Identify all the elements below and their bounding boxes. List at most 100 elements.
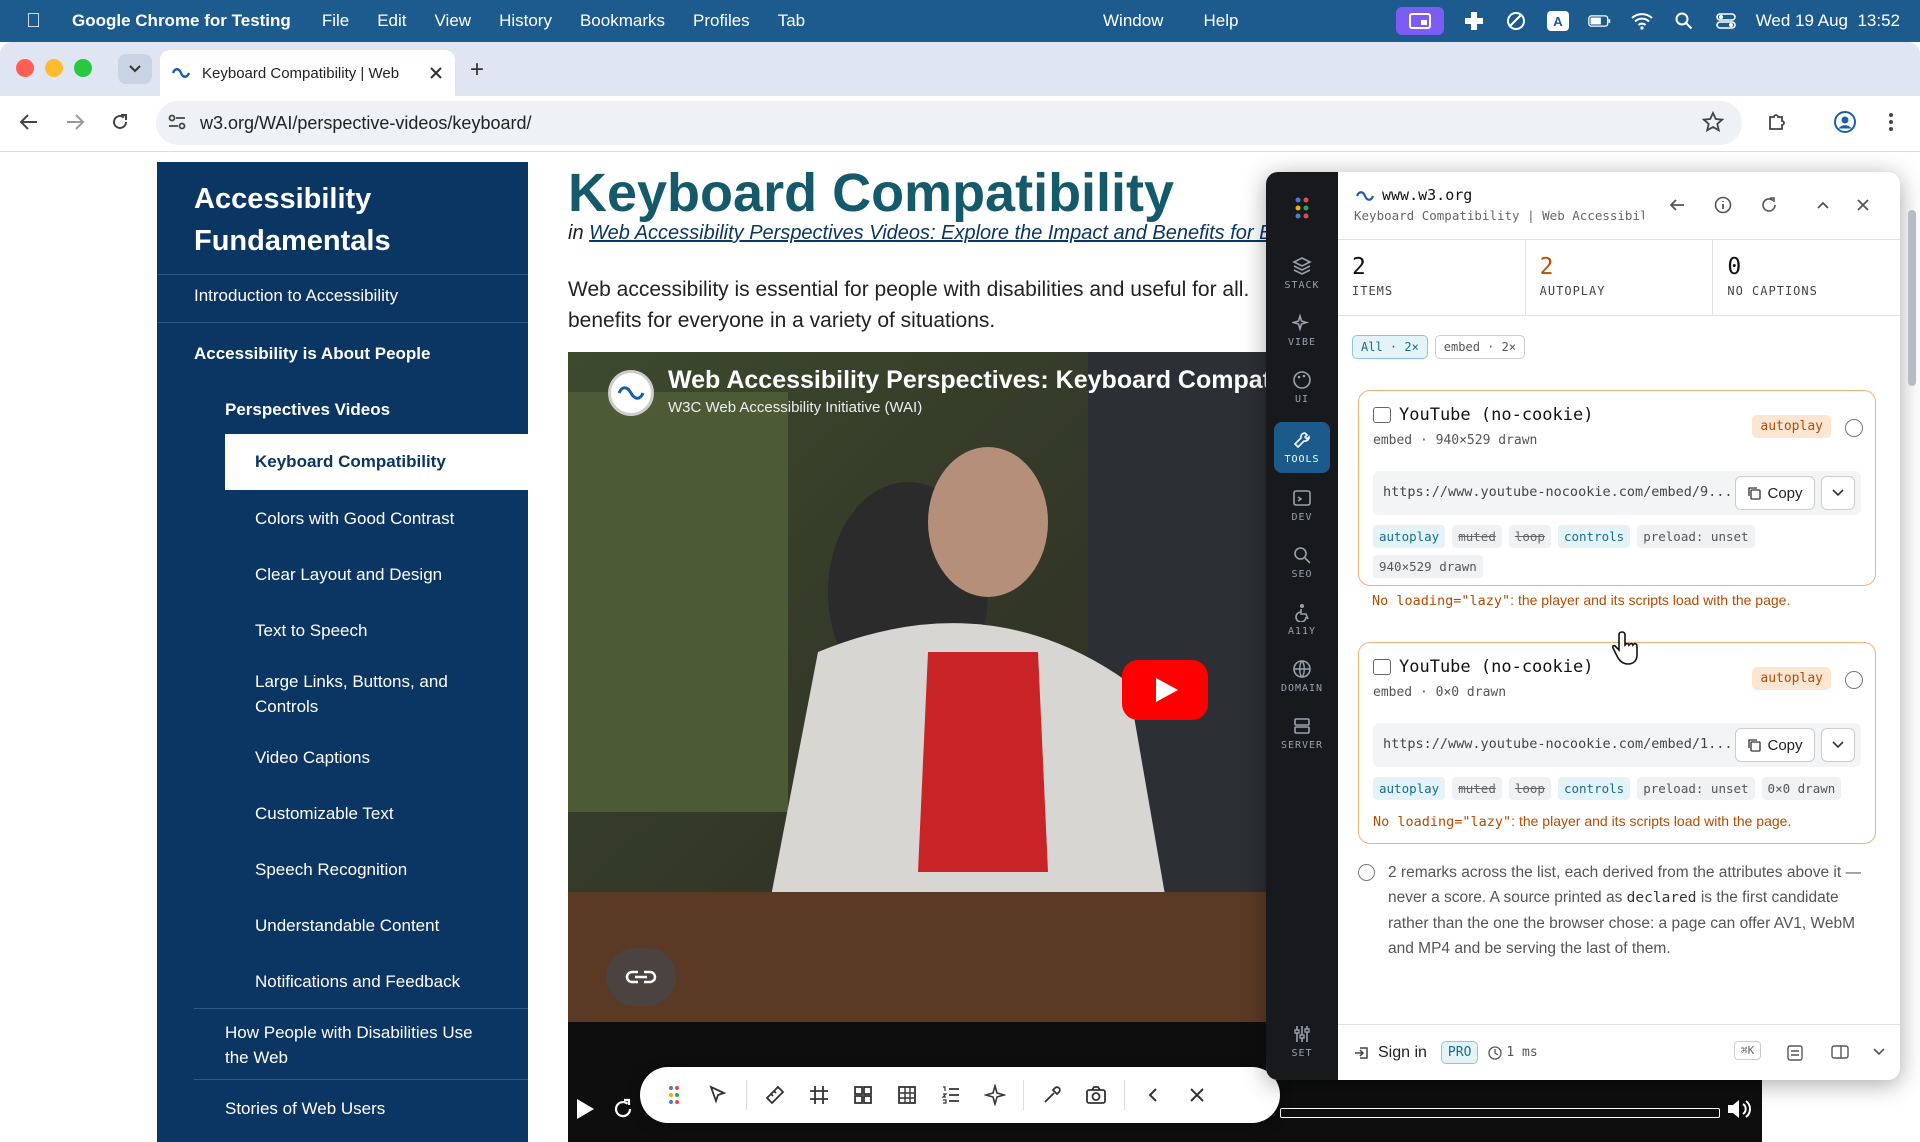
plus-medical-icon[interactable]	[1462, 11, 1486, 31]
menu-view[interactable]: View	[435, 11, 472, 31]
nav-item-stories-web-users[interactable]: Stories of Web Users	[225, 1096, 385, 1121]
numbered-list-icon[interactable]	[929, 1073, 973, 1117]
select-cursor-icon[interactable]	[696, 1073, 740, 1117]
nav-item-speech-recognition[interactable]: Speech Recognition	[255, 857, 407, 882]
rail-ui[interactable]: UI	[1266, 370, 1338, 405]
menu-window[interactable]: Window	[1103, 11, 1163, 31]
replay-icon[interactable]	[608, 1094, 638, 1124]
forward-icon[interactable]	[60, 107, 90, 137]
pro-badge[interactable]: PRO	[1440, 1041, 1479, 1064]
zoom-window-button[interactable]	[74, 59, 92, 77]
locate-target-icon[interactable]	[1845, 671, 1863, 689]
nav-item-colors-contrast[interactable]: Colors with Good Contrast	[255, 506, 454, 531]
youtube-play-button[interactable]	[1122, 660, 1208, 720]
copy-button[interactable]: Copy	[1735, 728, 1815, 762]
wifi-icon[interactable]	[1630, 11, 1654, 31]
video-player[interactable]: Web Accessibility Perspectives: Keyboard…	[568, 352, 1268, 1022]
copy-button[interactable]: Copy	[1735, 476, 1815, 510]
stat-autoplay[interactable]: 2 AUTOPLAY	[1526, 240, 1714, 315]
video-channel[interactable]: W3C Web Accessibility Initiative (WAI)	[668, 399, 922, 416]
layout-grid-icon[interactable]	[841, 1073, 885, 1117]
rail-a11y[interactable]: A11Y	[1266, 602, 1338, 637]
dock-window-icon[interactable]	[1830, 1044, 1850, 1062]
embed-url[interactable]: https://www.youtube-nocookie.com/embed/1…	[1383, 736, 1733, 752]
stat-items[interactable]: 2 ITEMS	[1338, 240, 1526, 315]
rail-server[interactable]: SERVER	[1266, 716, 1338, 751]
menu-edit[interactable]: Edit	[377, 11, 406, 31]
chrome-menu-icon[interactable]	[1876, 107, 1906, 137]
spotlight-search-icon[interactable]	[1672, 11, 1696, 31]
screen-share-icon[interactable]	[1395, 7, 1444, 35]
notes-icon[interactable]	[1786, 1044, 1804, 1062]
input-source-icon[interactable]: A	[1546, 11, 1570, 31]
sparkle-icon[interactable]	[973, 1073, 1017, 1117]
copy-options-button[interactable]	[1821, 728, 1855, 762]
battery-icon[interactable]	[1587, 11, 1612, 31]
browser-tab-active[interactable]: Keyboard Compatibility | Web	[160, 50, 455, 96]
info-icon[interactable]	[1710, 192, 1736, 218]
tab-close-icon[interactable]	[429, 66, 443, 80]
menu-profiles[interactable]: Profiles	[693, 11, 750, 31]
back-icon[interactable]	[14, 107, 44, 137]
menu-bookmarks[interactable]: Bookmarks	[580, 11, 665, 31]
video-progress-bar[interactable]	[1280, 1108, 1720, 1118]
chevron-up-icon[interactable]	[1810, 192, 1836, 218]
nav-item-keyboard-compatibility[interactable]: Keyboard Compatibility	[225, 434, 528, 490]
ruler-icon[interactable]	[753, 1073, 797, 1117]
nav-item-clear-layout[interactable]: Clear Layout and Design	[255, 562, 442, 587]
volume-icon[interactable]	[1724, 1094, 1754, 1124]
rail-seo[interactable]: SEO	[1266, 545, 1338, 580]
copy-options-button[interactable]	[1821, 476, 1855, 510]
nav-item-text-to-speech[interactable]: Text to Speech	[255, 618, 367, 643]
new-tab-button[interactable]: +	[470, 56, 484, 84]
menu-file[interactable]: File	[322, 11, 349, 31]
chevron-down-icon[interactable]	[1872, 1047, 1886, 1057]
filter-all[interactable]: All · 2×	[1352, 335, 1428, 359]
nav-item-notifications[interactable]: Notifications and Feedback	[255, 969, 460, 994]
menubar-app-name[interactable]: Google Chrome for Testing	[72, 11, 291, 31]
chevron-left-icon[interactable]	[1131, 1073, 1175, 1117]
nav-item-how-people-use-web[interactable]: How People with Disabilities Use the Web	[225, 1020, 495, 1070]
locate-target-icon[interactable]	[1845, 419, 1863, 437]
extensions-puzzle-icon[interactable]	[1762, 107, 1792, 137]
nav-item-perspectives-videos[interactable]: Perspectives Videos	[225, 397, 390, 422]
eyedropper-icon[interactable]	[1030, 1073, 1074, 1117]
address-bar[interactable]: w3.org/WAI/perspective-videos/keyboard/	[156, 101, 1742, 145]
nav-item-understandable-content[interactable]: Understandable Content	[255, 913, 439, 938]
sign-in-link[interactable]: Sign in	[1378, 1044, 1427, 1062]
profile-avatar-icon[interactable]	[1830, 107, 1860, 137]
menubar-clock[interactable]: Wed 19 Aug 13:52	[1756, 11, 1900, 31]
focus-icon[interactable]	[1504, 11, 1528, 31]
grid-lines-icon[interactable]	[797, 1073, 841, 1117]
copy-link-button[interactable]	[606, 948, 676, 1006]
site-info-icon[interactable]	[162, 107, 192, 137]
extension-logo-icon[interactable]	[1266, 196, 1338, 224]
refresh-icon[interactable]	[1756, 192, 1782, 218]
stat-no-captions[interactable]: 0 NO CAPTIONS	[1713, 240, 1900, 315]
panel-scrollbar[interactable]	[1908, 210, 1916, 386]
nav-item-large-links[interactable]: Large Links, Buttons, and Controls	[255, 669, 485, 719]
nav-item-about-people[interactable]: Accessibility is About People	[194, 341, 431, 366]
close-window-button[interactable]	[16, 59, 34, 77]
camera-icon[interactable]	[1074, 1073, 1118, 1117]
nav-item-customizable-text[interactable]: Customizable Text	[255, 801, 394, 826]
address-url[interactable]: w3.org/WAI/perspective-videos/keyboard/	[200, 113, 531, 134]
media-card[interactable]: YouTube (no-cookie) embed · 940×529 draw…	[1358, 390, 1876, 586]
control-center-icon[interactable]	[1714, 11, 1738, 31]
menu-history[interactable]: History	[499, 11, 552, 31]
rail-domain[interactable]: DOMAIN	[1266, 659, 1338, 694]
series-link[interactable]: Web Accessibility Perspectives Videos: E…	[589, 222, 1268, 244]
rail-settings[interactable]: SET	[1266, 1024, 1338, 1059]
menu-help[interactable]: Help	[1203, 11, 1238, 31]
video-title[interactable]: Web Accessibility Perspectives: Keyboard…	[668, 366, 1268, 395]
embed-url[interactable]: https://www.youtube-nocookie.com/embed/9…	[1383, 484, 1733, 500]
apple-icon[interactable]: 	[26, 10, 48, 33]
rail-stack[interactable]: STACK	[1266, 256, 1338, 291]
arrow-left-icon[interactable]	[1664, 192, 1690, 218]
filter-embed[interactable]: embed · 2×	[1434, 335, 1526, 359]
rail-tools[interactable]: TOOLS	[1274, 422, 1330, 473]
reload-icon[interactable]	[105, 107, 135, 137]
minimize-window-button[interactable]	[45, 59, 63, 77]
play-icon[interactable]	[570, 1094, 600, 1124]
close-toolbar-icon[interactable]	[1175, 1073, 1219, 1117]
